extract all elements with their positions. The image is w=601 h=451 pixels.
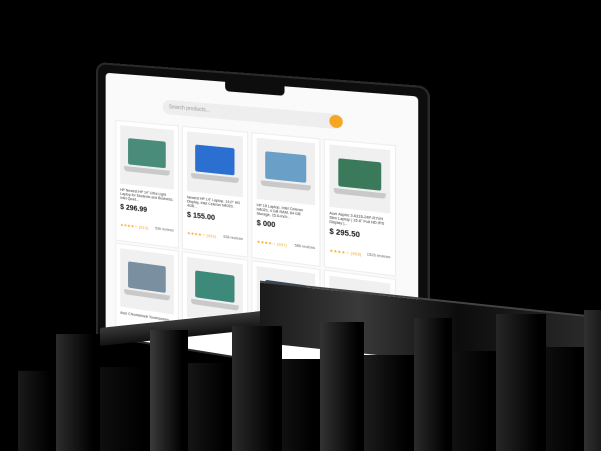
- pedestal-column: [496, 314, 546, 451]
- laptop-screen-image: [265, 151, 307, 183]
- product-card[interactable]: Newest HP 14" Laptop, 14.0" HD Display, …: [181, 125, 249, 258]
- review-count: 586 reviews: [294, 243, 316, 251]
- rating-stars: ★★★★☆ (437): [256, 238, 288, 248]
- pedestal-column: [100, 367, 150, 451]
- product-image[interactable]: [329, 144, 391, 214]
- product-card[interactable]: HP 15 Laptop, Intel Celeron N4020, 4 GB …: [251, 132, 321, 267]
- pedestal-column: [452, 351, 496, 451]
- scene: Search products... HP Newest HP 14" Ultr…: [0, 0, 601, 451]
- pedestal-column: [364, 355, 414, 451]
- pedestal-column: [18, 371, 56, 451]
- review-count: 538 reviews: [223, 234, 243, 242]
- rating-stars: ★★★★☆ (513): [120, 221, 149, 231]
- pedestal-column: [232, 326, 282, 451]
- product-image[interactable]: [120, 125, 174, 190]
- pedestal-column: [546, 347, 584, 451]
- laptop-screen-image: [128, 138, 166, 169]
- review-count: 1526 reviews: [366, 252, 391, 260]
- pedestal-column: [56, 334, 100, 451]
- product-price: $ 155.00: [187, 211, 215, 223]
- product-image[interactable]: [187, 131, 243, 198]
- search-icon[interactable]: [329, 114, 343, 129]
- product-card[interactable]: HP Newest HP 14" Ultra Light Laptop for …: [115, 119, 179, 249]
- product-image[interactable]: [256, 137, 316, 206]
- search-input[interactable]: Search products...: [162, 99, 343, 130]
- product-title[interactable]: HP 15 Laptop, Intel Celeron N4020, 4 GB …: [257, 203, 315, 222]
- product-price: $ 295.50: [329, 228, 360, 240]
- pedestal-column: [584, 310, 601, 451]
- laptop-screen-image: [128, 261, 166, 293]
- laptop-screen-image: [338, 158, 382, 191]
- pedestal-column: [282, 359, 320, 451]
- camera-notch: [225, 81, 285, 96]
- review-count: 536 reviews: [155, 226, 174, 233]
- product-grid: HP Newest HP 14" Ultra Light Laptop for …: [115, 119, 402, 386]
- pedestal-column: [320, 322, 364, 451]
- product-title[interactable]: Acer Aspire 3 A315-24P-R7VH Slim Laptop …: [329, 211, 390, 231]
- pedestal-columns: [0, 300, 601, 451]
- pedestal-column: [188, 363, 232, 451]
- product-price: $ 000: [256, 219, 276, 230]
- pedestal-column: [414, 318, 452, 451]
- pedestal-column: [150, 330, 188, 451]
- laptop-screen-image: [195, 144, 235, 176]
- rating-stars: ★★★★☆ (431): [187, 230, 217, 239]
- product-price: $ 296.99: [120, 203, 148, 215]
- product-card[interactable]: Acer Aspire 3 A315-24P-R7VH Slim Laptop …: [323, 138, 397, 277]
- laptop-screen-image: [195, 270, 235, 303]
- rating-stars: ★★★★☆ (453): [329, 247, 362, 257]
- product-title[interactable]: Newest HP 14" Laptop, 14.0" HD Display, …: [187, 195, 243, 214]
- product-title[interactable]: HP Newest HP 14" Ultra Light Laptop for …: [120, 188, 174, 206]
